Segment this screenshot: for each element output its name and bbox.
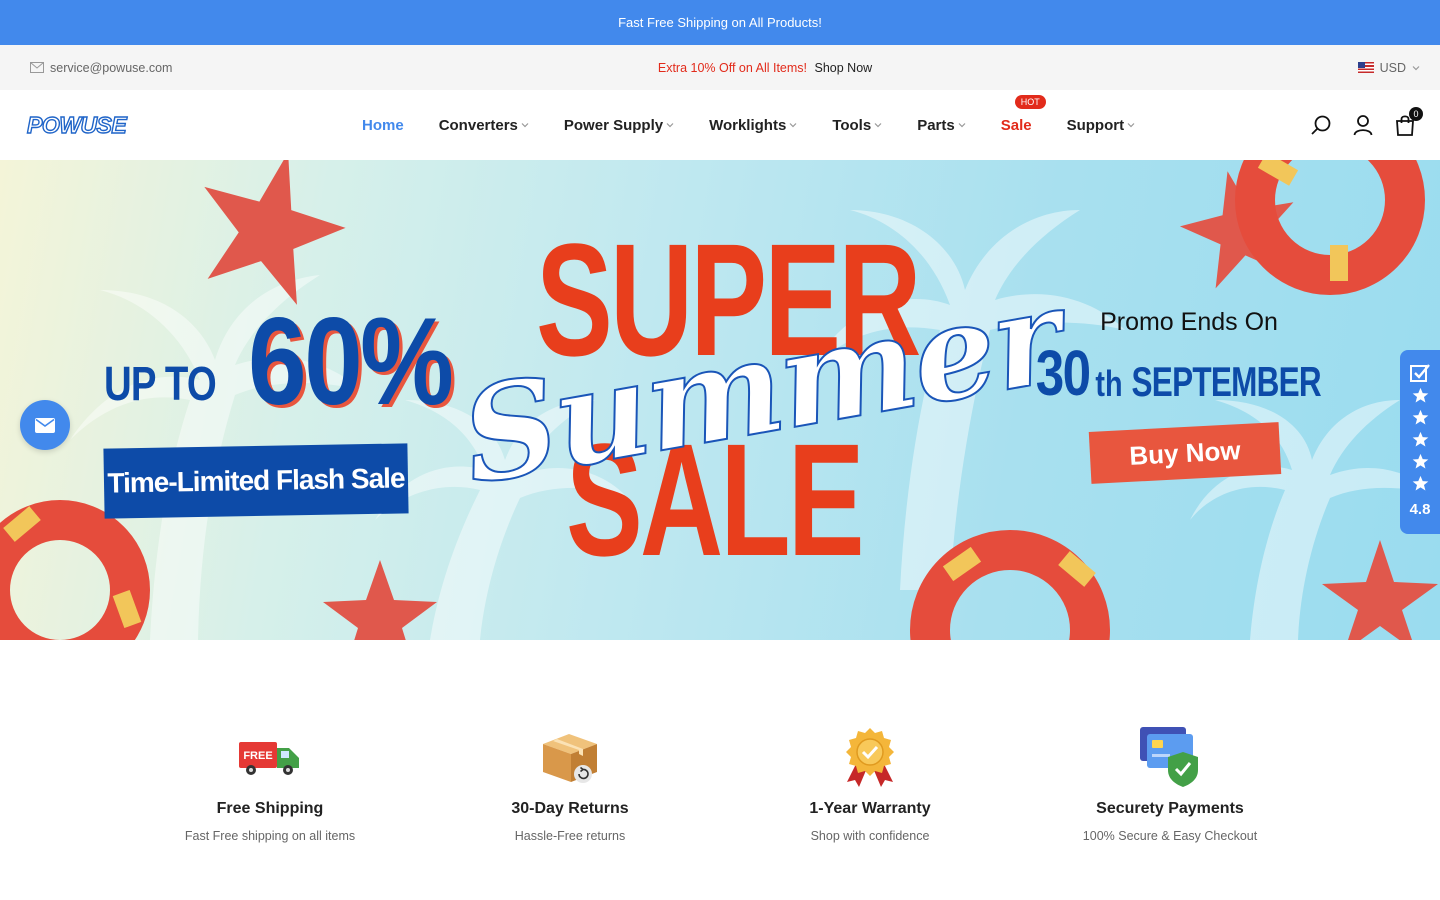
nav-power-supply[interactable]: Power Supply (564, 117, 674, 134)
discount-block: UP TO 60% Time-Limited Flash Sale (103, 293, 487, 519)
feature-subtitle: Fast Free shipping on all items (184, 829, 356, 843)
discount-percent: 60% (247, 293, 454, 431)
feature-highlights: FREE Free Shipping Fast Free shipping on… (0, 640, 1440, 900)
promo-message: Extra 10% Off on All Items! Shop Now (658, 61, 872, 75)
site-header: POWUSE Home Converters Power Supply Work… (0, 90, 1440, 160)
nav-label: Support (1066, 116, 1125, 134)
contact-email[interactable]: service@powuse.com (30, 61, 172, 75)
promo-end-date: 30 th SEPTEMBER (1036, 341, 1326, 405)
verified-check-icon (1410, 364, 1430, 382)
shop-now-link[interactable]: Shop Now (815, 61, 873, 75)
us-flag-icon (1357, 62, 1374, 73)
feature-subtitle: Shop with confidence (810, 829, 930, 843)
feature-returns: 30-Day Returns Hassle-Free returns (420, 726, 720, 843)
chevron-down-icon (874, 123, 882, 128)
flash-sale-label: Time-Limited Flash Sale (103, 443, 409, 519)
return-box-icon (543, 734, 597, 783)
chevron-down-icon (666, 123, 674, 128)
header-actions: 0 (1310, 90, 1423, 160)
chevron-down-icon (1412, 65, 1420, 70)
nav-home[interactable]: Home (362, 117, 404, 134)
free-truck-icon: FREE (239, 742, 299, 775)
date-suffix: th (1095, 362, 1124, 404)
warranty-medal-icon (846, 728, 894, 787)
powuse-logo[interactable]: POWUSE (25, 112, 135, 138)
nav-sale[interactable]: Sale HOT (1000, 94, 1046, 134)
nav-label: Parts (917, 116, 955, 134)
secure-card-icon (1140, 727, 1198, 787)
feature-title: 30-Day Returns (511, 800, 629, 817)
nav-label: Sale (1000, 116, 1032, 134)
search-icon[interactable] (1310, 114, 1332, 136)
average-rating: 4.8 (1409, 501, 1431, 518)
up-to-text: UP TO (104, 358, 217, 411)
cart-button[interactable]: 0 (1394, 107, 1423, 136)
announcement-text: Fast Free Shipping on All Products! (618, 15, 822, 30)
nav-label: Converters (438, 116, 518, 134)
hero-banner[interactable]: UP TO 60% Time-Limited Flash Sale SUPER … (0, 160, 1440, 640)
star-icon (1412, 409, 1428, 425)
cart-count-badge: 0 (1409, 107, 1423, 121)
main-nav: Home Converters Power Supply Worklights … (362, 90, 1170, 160)
nav-converters[interactable]: Converters (439, 117, 529, 134)
star-icon (1412, 453, 1428, 469)
date-number: 30 (1035, 337, 1091, 409)
feature-free-shipping: FREE Free Shipping Fast Free shipping on… (120, 726, 420, 843)
nav-label: Worklights (709, 116, 787, 134)
nav-label: Tools (832, 116, 872, 134)
promo-ends-text: Promo Ends On (1100, 308, 1278, 336)
logo-text: POWUSE (27, 112, 127, 138)
star-icon (1412, 431, 1428, 447)
chevron-down-icon (1127, 123, 1135, 128)
envelope-icon (30, 62, 44, 73)
feature-warranty: 1-Year Warranty Shop with confidence (720, 726, 1020, 843)
star-icon (1412, 387, 1428, 403)
email-text: service@powuse.com (50, 60, 173, 75)
buy-now-button[interactable]: Buy Now (1088, 422, 1282, 484)
nav-label: Power Supply (563, 116, 664, 134)
feature-title: 1-Year Warranty (809, 800, 931, 817)
super-summer-sale-title: SUPER SALE Summer (440, 220, 1072, 600)
nav-label: Home (362, 116, 404, 134)
currency-selector[interactable]: USD (1357, 60, 1420, 75)
feature-secure-payments: Securety Payments 100% Secure & Easy Che… (1020, 726, 1320, 843)
nav-support[interactable]: Support (1067, 117, 1136, 134)
chevron-down-icon (789, 123, 797, 128)
chevron-down-icon (958, 123, 966, 128)
promo-block: Promo Ends On 30 th SEPTEMBER Buy Now (1036, 308, 1326, 484)
hot-badge: HOT (1014, 94, 1046, 109)
account-icon[interactable] (1352, 114, 1374, 136)
free-icon-text: FREE (243, 750, 272, 762)
mail-icon (35, 417, 55, 433)
promo-text: Extra 10% Off on All Items! (657, 60, 808, 75)
announcement-bar: Fast Free Shipping on All Products! (0, 0, 1440, 45)
chevron-down-icon (521, 123, 529, 128)
feature-title: Securety Payments (1096, 800, 1244, 817)
feature-subtitle: 100% Secure & Easy Checkout (1082, 829, 1258, 843)
feature-title: Free Shipping (216, 800, 324, 817)
star-icon (1412, 475, 1428, 491)
currency-label: USD (1379, 60, 1406, 75)
nav-tools[interactable]: Tools (832, 117, 882, 134)
nav-worklights[interactable]: Worklights (709, 117, 797, 134)
reviews-widget-tab[interactable]: 4.8 (1400, 350, 1440, 534)
feature-subtitle: Hassle-Free returns (514, 829, 626, 843)
date-month: SEPTEMBER (1131, 357, 1322, 405)
newsletter-button[interactable] (20, 400, 70, 450)
nav-parts[interactable]: Parts (917, 117, 966, 134)
info-bar: service@powuse.com Extra 10% Off on All … (0, 45, 1440, 90)
